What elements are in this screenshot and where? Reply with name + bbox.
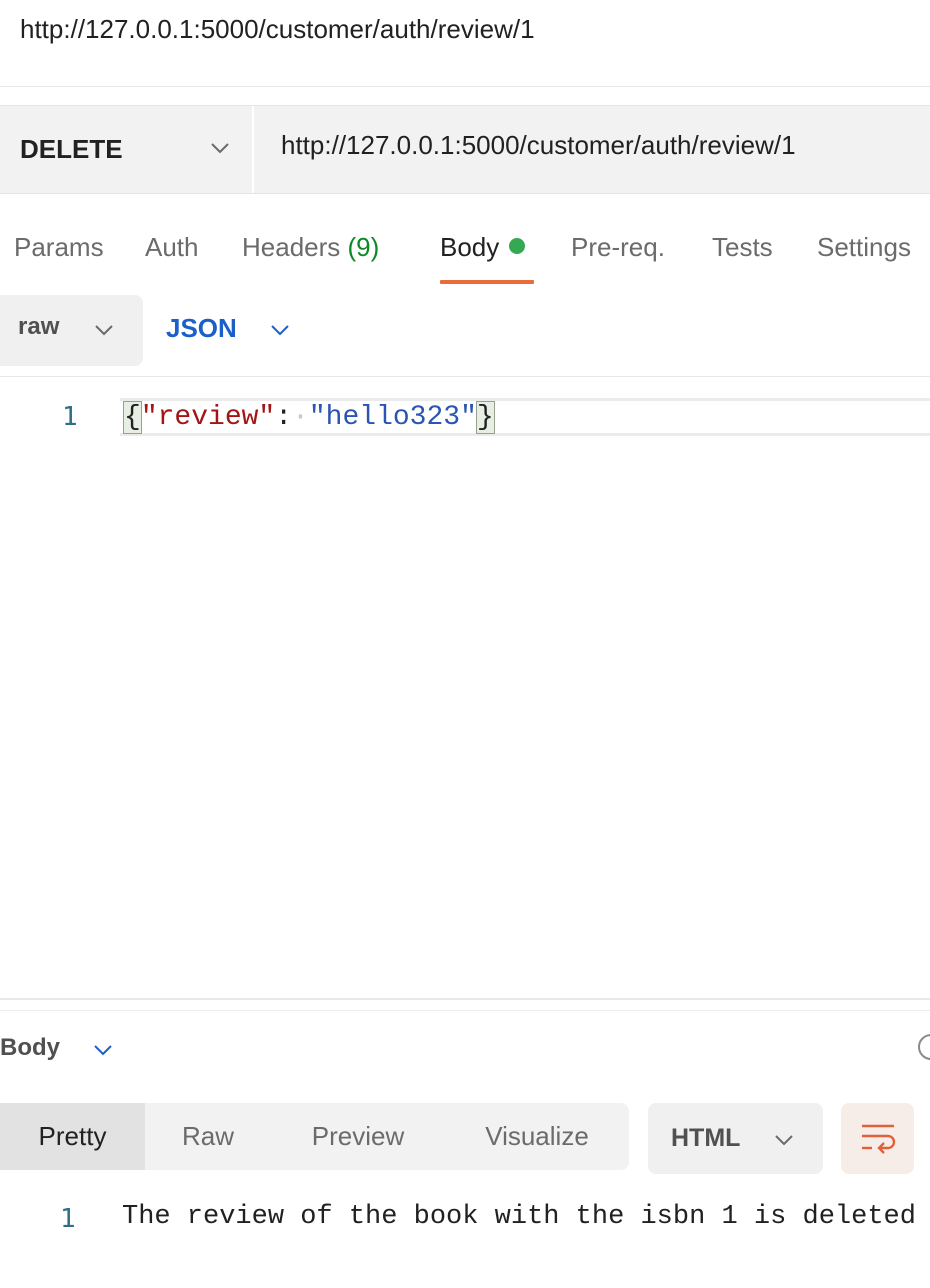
view-tab-visualize[interactable]: Visualize	[445, 1103, 629, 1170]
view-tab-pretty[interactable]: Pretty	[0, 1103, 145, 1170]
json-colon: :	[275, 402, 293, 433]
editor-line-number: 1	[62, 402, 78, 432]
tab-auth[interactable]: Auth	[145, 232, 199, 263]
divider	[0, 1010, 930, 1011]
tab-params[interactable]: Params	[14, 232, 104, 263]
tab-headers-label: Headers	[242, 232, 341, 262]
response-body-text: The review of the book with the isbn 1 i…	[122, 1202, 916, 1232]
method-select[interactable]: DELETE	[0, 106, 254, 193]
tab-headers[interactable]: Headers (9)	[242, 232, 379, 263]
chevron-down-icon	[94, 323, 114, 341]
headers-count: (9)	[347, 232, 380, 262]
view-tab-preview[interactable]: Preview	[271, 1103, 445, 1170]
json-key: "review"	[140, 402, 276, 433]
active-tab-underline	[440, 280, 534, 284]
body-indicator-dot	[509, 238, 526, 254]
wrap-lines-icon	[862, 1124, 896, 1154]
chevron-down-icon	[774, 1133, 794, 1151]
body-language-select[interactable]: JSON	[166, 313, 289, 344]
response-view-tabs: Pretty Raw Preview Visualize	[0, 1103, 629, 1170]
divider	[0, 376, 930, 377]
request-title[interactable]: http://127.0.0.1:5000/customer/auth/revi…	[20, 14, 535, 45]
chevron-down-icon[interactable]	[93, 1043, 113, 1061]
body-mode-select[interactable]: raw	[0, 295, 143, 366]
url-input[interactable]: http://127.0.0.1:5000/customer/auth/revi…	[281, 130, 796, 161]
globe-icon[interactable]	[918, 1034, 930, 1060]
url-bar: DELETE http://127.0.0.1:5000/customer/au…	[0, 105, 930, 194]
response-line-number: 1	[60, 1204, 76, 1234]
response-section-label[interactable]: Body	[0, 1034, 60, 1062]
code-editor-line[interactable]: {"review":·"hello323"}	[123, 400, 495, 436]
response-format-label: HTML	[671, 1124, 741, 1152]
close-brace: }	[475, 401, 495, 434]
open-brace: {	[123, 401, 142, 434]
body-mode-label: raw	[18, 313, 60, 340]
wrap-lines-button[interactable]	[841, 1103, 914, 1174]
chevron-down-icon	[270, 323, 290, 341]
chevron-down-icon	[210, 141, 230, 159]
tab-tests[interactable]: Tests	[712, 232, 773, 263]
whitespace-dot: ·	[292, 402, 309, 433]
json-value: "hello323"	[308, 402, 477, 433]
tab-settings[interactable]: Settings	[817, 232, 911, 263]
method-label: DELETE	[20, 134, 123, 164]
response-format-select[interactable]: HTML	[648, 1103, 823, 1174]
tab-prereq[interactable]: Pre-req.	[571, 232, 665, 263]
tab-body[interactable]: Body	[440, 232, 526, 263]
response-resize-handle[interactable]	[0, 998, 930, 1000]
view-tab-raw[interactable]: Raw	[145, 1103, 271, 1170]
body-language-label: JSON	[166, 313, 237, 343]
tab-body-label: Body	[440, 232, 500, 262]
divider	[0, 86, 930, 87]
